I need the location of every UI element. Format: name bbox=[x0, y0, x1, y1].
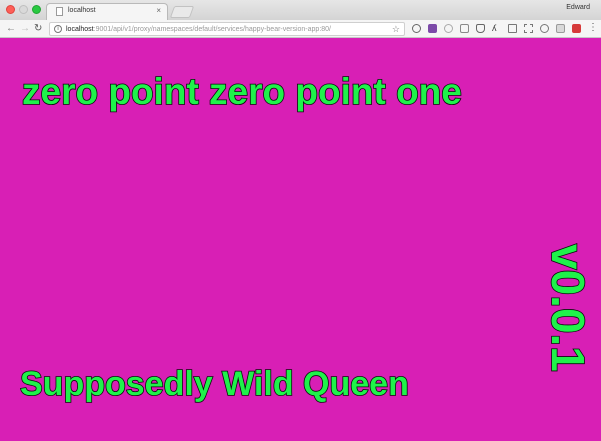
extension-icon[interactable] bbox=[572, 24, 581, 33]
extension-icon[interactable] bbox=[412, 24, 421, 33]
minimize-window-icon[interactable] bbox=[19, 5, 28, 14]
extension-icon[interactable] bbox=[508, 24, 517, 33]
extension-icon[interactable] bbox=[444, 24, 453, 33]
window-titlebar: localhost × Edward bbox=[0, 0, 601, 20]
extension-icon[interactable] bbox=[428, 24, 437, 33]
app-name: Supposedly Wild Queen bbox=[19, 364, 409, 404]
arrow-left-icon[interactable]: ← bbox=[6, 23, 16, 35]
version-label: v0.0.1 bbox=[541, 243, 595, 373]
url-text: localhost:9001/api/v1/proxy/namespaces/d… bbox=[66, 25, 331, 34]
close-window-icon[interactable] bbox=[6, 5, 15, 14]
url-path: :9001/api/v1/proxy/namespaces/default/se… bbox=[93, 26, 331, 33]
address-bar[interactable]: i localhost:9001/api/v1/proxy/namespaces… bbox=[49, 22, 405, 36]
url-host: localhost bbox=[66, 26, 94, 33]
page-icon bbox=[56, 7, 63, 16]
menu-icon[interactable]: ⋮ bbox=[588, 23, 598, 33]
extension-icon[interactable] bbox=[556, 24, 565, 33]
star-icon[interactable]: ☆ bbox=[392, 24, 400, 34]
profile-name[interactable]: Edward bbox=[566, 4, 590, 11]
extension-icon[interactable]: ʎ bbox=[492, 24, 501, 33]
tab-close-icon[interactable]: × bbox=[156, 6, 161, 16]
tab-title: localhost bbox=[68, 7, 96, 14]
extension-icon[interactable] bbox=[524, 24, 533, 33]
extension-icon[interactable] bbox=[460, 24, 469, 33]
page-viewport: zero point zero point one Supposedly Wil… bbox=[0, 38, 601, 441]
headline: zero point zero point one bbox=[21, 71, 462, 113]
maximize-window-icon[interactable] bbox=[32, 5, 41, 14]
arrow-right-icon[interactable]: → bbox=[20, 23, 30, 35]
info-icon[interactable]: i bbox=[54, 25, 62, 33]
reload-icon[interactable]: ↻ bbox=[34, 23, 42, 35]
new-tab-button[interactable] bbox=[169, 6, 195, 18]
shield-icon[interactable] bbox=[476, 24, 485, 33]
extension-icon[interactable] bbox=[540, 24, 549, 33]
browser-tab[interactable]: localhost × bbox=[46, 3, 168, 20]
browser-toolbar: ← → ↻ i localhost:9001/api/v1/proxy/name… bbox=[0, 20, 601, 38]
